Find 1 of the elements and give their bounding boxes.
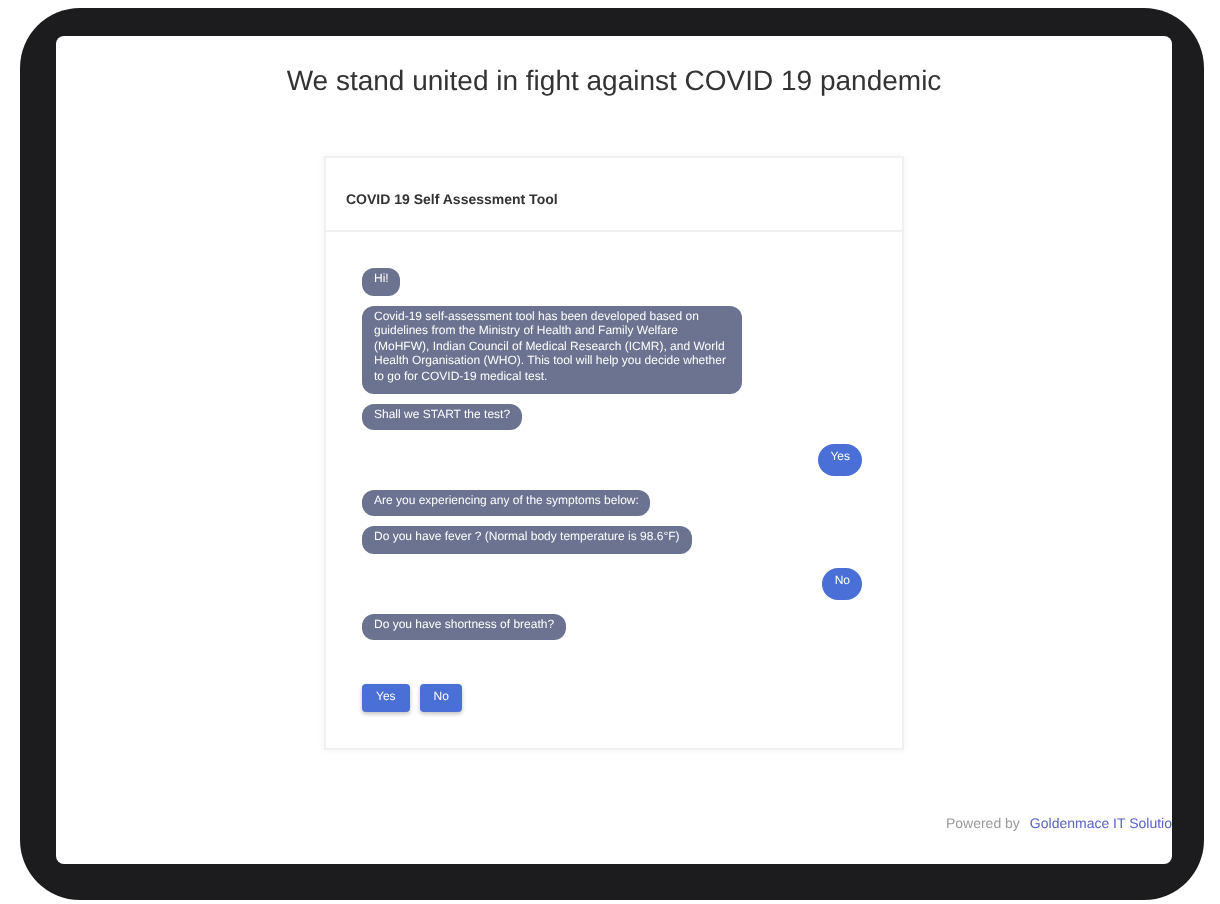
page-heading: We stand united in fight against COVID 19 pandemic [286, 64, 942, 96]
